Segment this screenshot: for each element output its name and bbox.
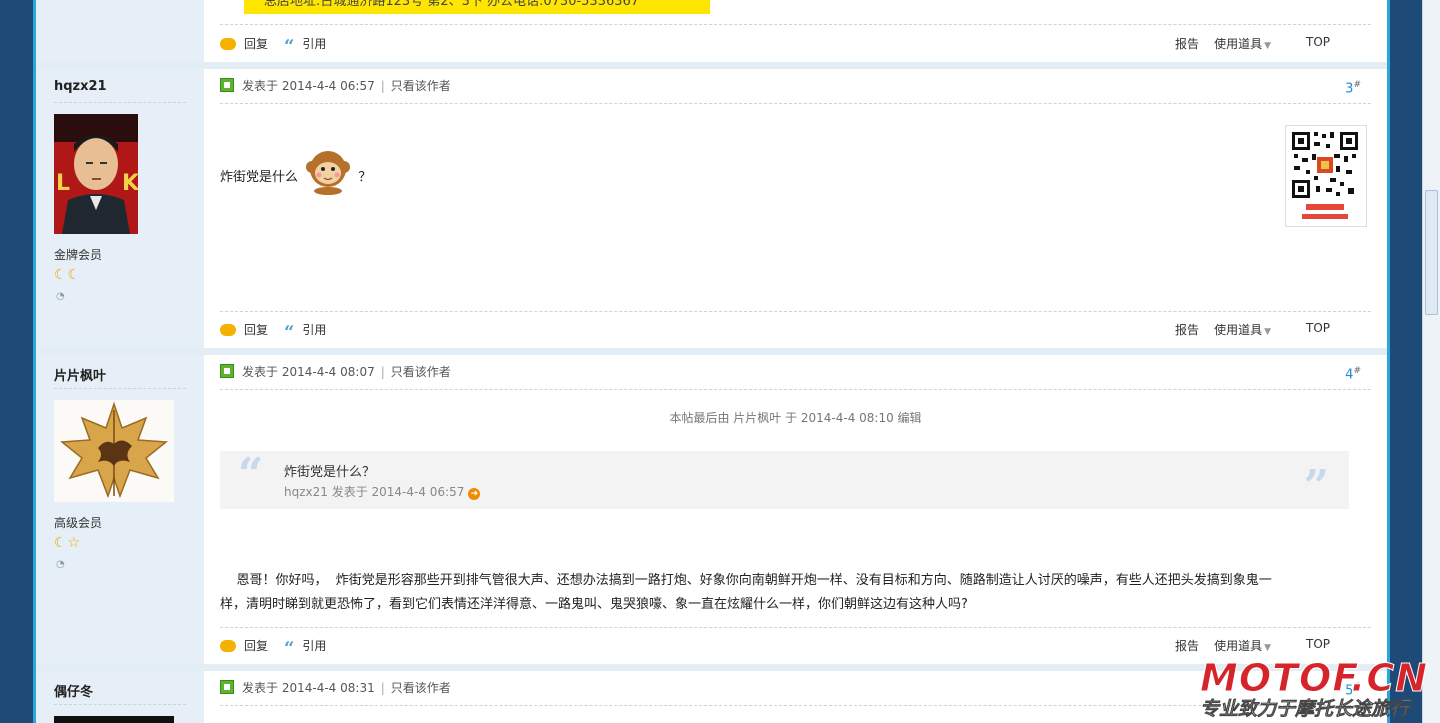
posted-label: 发表于 — [242, 79, 279, 93]
dropdown-icon: ▼ — [1264, 327, 1271, 337]
post-floor-3: hqzx21 L K 金牌会员 ☾☾ ◔ 发表于 2014-4-4 06:57 … — [36, 69, 1387, 348]
only-author-link[interactable]: 只看该作者 — [391, 365, 451, 379]
post-content: 恩哥！你好吗， 炸街党是形容那些开到排气管很大声、还想办法搞到一路打炮、好象你向… — [220, 573, 1272, 612]
quote-text: 炸街党是什么？ — [284, 465, 376, 480]
tools-menu[interactable]: 使用道具 ▼ — [1214, 35, 1271, 52]
online-status-icon: ◔ — [56, 559, 65, 570]
site-watermark: MOTOF.CN 专业致力于摩托长途旅行 — [1196, 656, 1440, 723]
post-actions: 回复 “引用 报告 使用道具 ▼ TOP — [220, 35, 1371, 57]
divider — [54, 388, 186, 389]
post-time: 2014-4-4 08:31 — [281, 681, 375, 695]
svg-text:K: K — [122, 171, 138, 196]
post-actions: 回复 “引用 报告 使用道具 ▼ TOP — [220, 637, 1371, 659]
post-separator — [36, 348, 1387, 355]
user-group: 高级会员 — [54, 516, 103, 530]
top-link[interactable]: TOP — [1306, 637, 1330, 651]
post-actions: 回复 “引用 报告 使用道具 ▼ TOP — [220, 321, 1371, 343]
divider — [54, 704, 186, 705]
online-status-icon: ◔ — [56, 291, 65, 302]
post-floor-5: 偶仔冬 发表于 2014-4-4 08:31 | 只看该作者 5# — [36, 671, 1387, 723]
divider — [220, 24, 1371, 25]
divider — [220, 103, 1371, 104]
dropdown-icon: ▼ — [1264, 41, 1271, 51]
post-sidebar — [36, 0, 204, 62]
quote-block: “ 炸街党是什么？ hqzx21 发表于 2014-4-4 06:57 ➜ ” — [220, 449, 1349, 512]
tools-menu[interactable]: 使用道具 ▼ — [1214, 321, 1271, 338]
avatar[interactable] — [54, 716, 174, 723]
divider — [220, 389, 1371, 390]
quote-icon: “ — [284, 322, 295, 343]
divider — [220, 627, 1371, 628]
forum-thread: 总店地址:古城通济路123号 第2、3下 办公电话:0730-5336367 回… — [33, 0, 1390, 723]
quote-icon: “ — [284, 36, 295, 57]
top-link[interactable]: TOP — [1306, 321, 1330, 335]
posted-label: 发表于 — [242, 681, 279, 695]
floor-number[interactable]: 4# — [1345, 366, 1361, 382]
quote-button[interactable]: “引用 — [284, 637, 326, 659]
floor-number[interactable]: 3# — [1345, 80, 1361, 96]
only-author-link[interactable]: 只看该作者 — [391, 681, 451, 695]
rank-stars: ☾☾ — [54, 267, 82, 283]
quote-button[interactable]: “引用 — [284, 321, 326, 343]
dropdown-icon: ▼ — [1264, 643, 1271, 653]
post-icon — [220, 364, 234, 378]
post-separator — [36, 62, 1387, 69]
quote-meta: hqzx21 发表于 2014-4-4 06:57 ➜ — [284, 483, 481, 500]
author-name[interactable]: 片片枫叶 — [54, 365, 106, 384]
avatar[interactable] — [54, 400, 174, 505]
post-header: 发表于 2014-4-4 06:57 | 只看该作者 3# — [220, 77, 1371, 97]
posted-label: 发表于 — [242, 365, 279, 379]
jump-to-post-icon[interactable]: ➜ — [468, 488, 481, 500]
post-floor-4: 片片枫叶 高级会员 ☾☆ ◔ 发表于 2014-4-4 08:07 | 只看该作者 … — [36, 355, 1387, 664]
report-link[interactable]: 报告 — [1175, 321, 1199, 338]
post-sidebar: hqzx21 L K 金牌会员 ☾☾ ◔ — [36, 69, 204, 348]
reply-icon — [220, 324, 236, 336]
qr-code-image — [1285, 125, 1367, 227]
scrollbar-thumb[interactable] — [1425, 190, 1438, 315]
author-name[interactable]: 偶仔冬 — [54, 681, 93, 700]
reply-button[interactable]: 回复 — [220, 321, 268, 338]
quote-icon: “ — [284, 638, 295, 659]
post-sidebar: 偶仔冬 — [36, 671, 204, 723]
post-time: 2014-4-4 06:57 — [281, 79, 375, 93]
post-icon — [220, 680, 234, 694]
post-separator — [36, 664, 1387, 671]
report-link[interactable]: 报告 — [1175, 35, 1199, 52]
divider — [220, 311, 1371, 312]
top-link[interactable]: TOP — [1306, 35, 1330, 49]
edit-notice: 本帖最后由 片片枫叶 于 2014-4-4 08:10 编辑 — [669, 411, 922, 425]
user-group: 金牌会员 — [54, 248, 103, 262]
divider — [54, 102, 186, 103]
monkey-emoticon — [302, 147, 354, 204]
post-time: 2014-4-4 08:07 — [281, 365, 375, 379]
avatar[interactable]: L K — [54, 114, 140, 237]
rank-stars: ☾☆ — [54, 535, 82, 551]
reply-icon — [220, 38, 236, 50]
report-link[interactable]: 报告 — [1175, 637, 1199, 654]
post-sidebar: 片片枫叶 高级会员 ☾☆ ◔ — [36, 355, 204, 664]
svg-text:L: L — [56, 171, 70, 196]
post-header: 发表于 2014-4-4 08:07 | 只看该作者 4# — [220, 363, 1371, 383]
tools-menu[interactable]: 使用道具 ▼ — [1214, 637, 1271, 654]
only-author-link[interactable]: 只看该作者 — [391, 79, 451, 93]
watermark-slogan: 专业致力于摩托长途旅行 — [1200, 698, 1410, 721]
reply-button[interactable]: 回复 — [220, 637, 268, 654]
reply-icon — [220, 640, 236, 652]
post-icon — [220, 78, 234, 92]
close-quote-icon: ” — [1303, 461, 1329, 512]
post-content: 炸街党是什么 ？ — [220, 147, 371, 204]
open-quote-icon: “ — [238, 449, 264, 500]
author-name[interactable]: hqzx21 — [54, 79, 107, 94]
reply-button[interactable]: 回复 — [220, 35, 268, 52]
vertical-scrollbar[interactable] — [1422, 0, 1440, 723]
quote-button[interactable]: “引用 — [284, 35, 326, 57]
post-previous: 总店地址:古城通济路123号 第2、3下 办公电话:0730-5336367 回… — [36, 0, 1387, 62]
